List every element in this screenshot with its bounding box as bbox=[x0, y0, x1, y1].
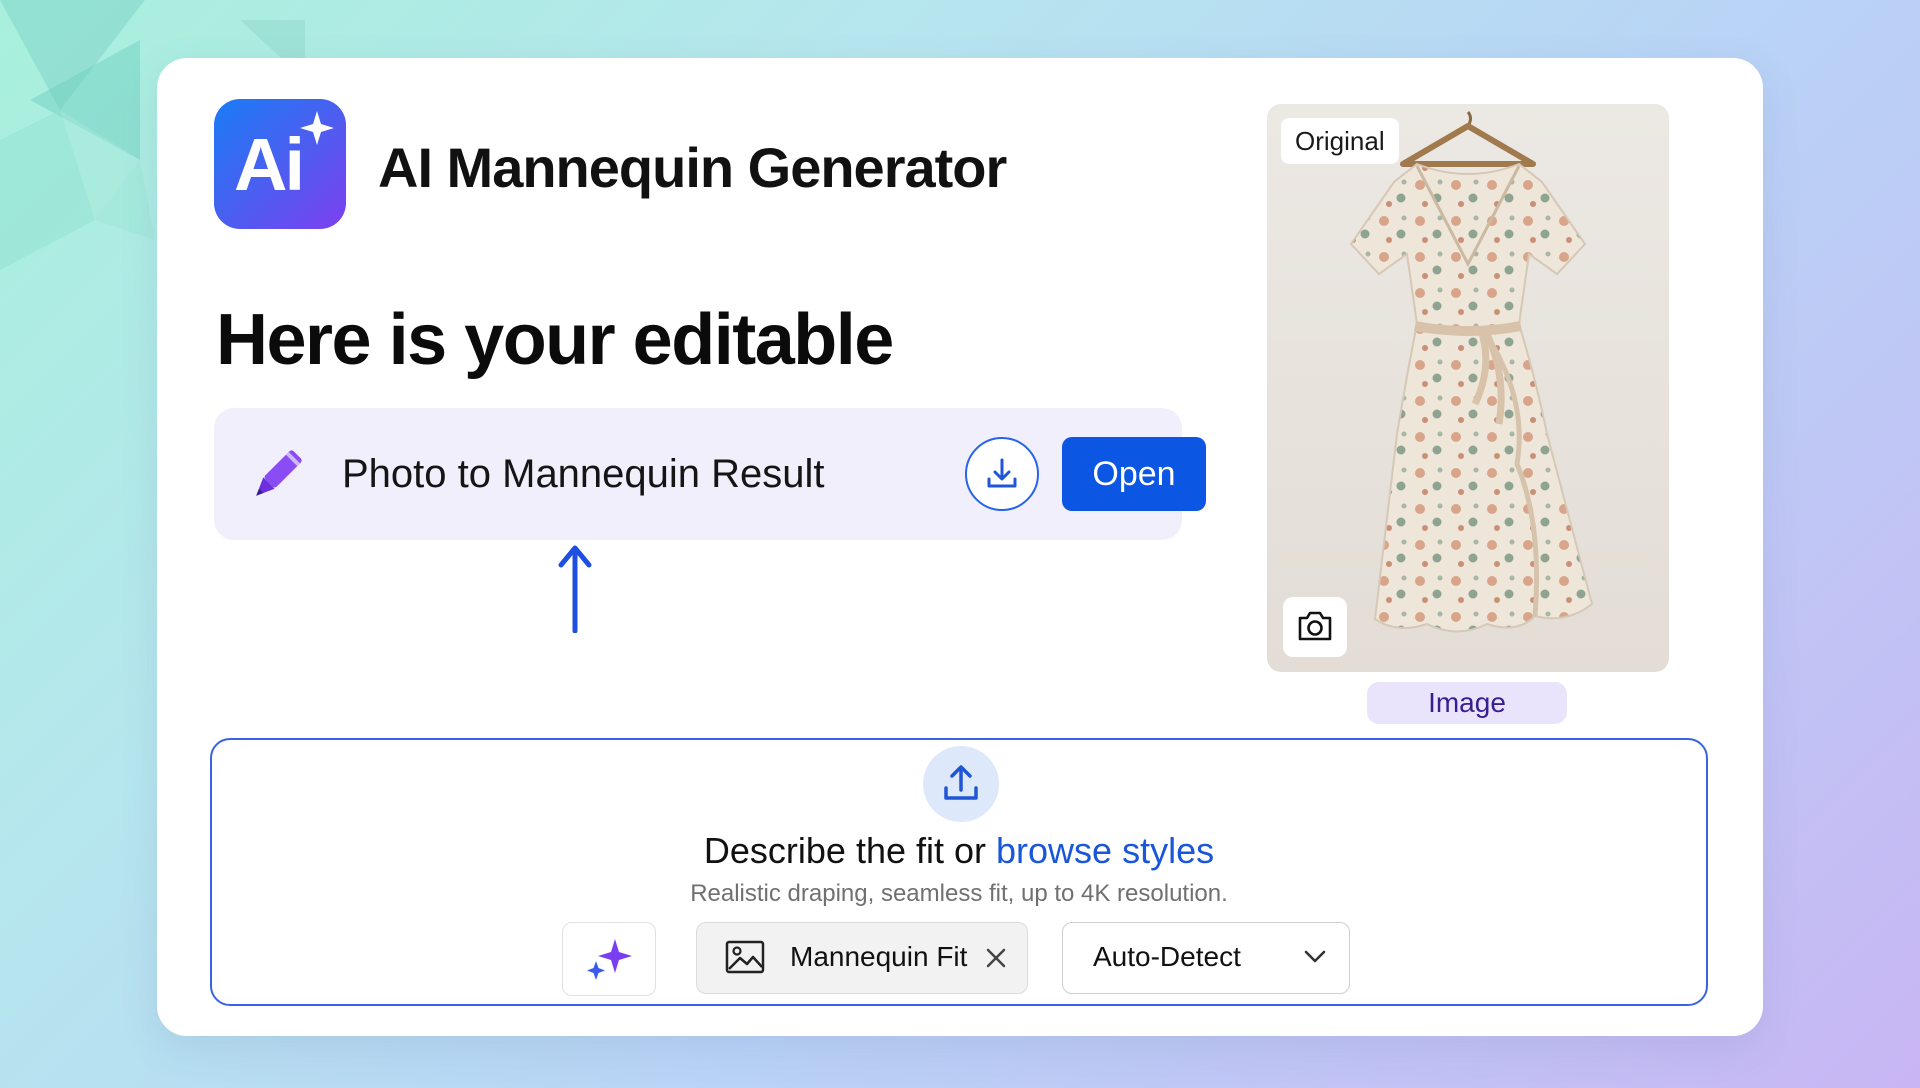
result-label: Photo to Mannequin Result bbox=[342, 452, 825, 496]
auto-detect-dropdown[interactable]: Auto-Detect bbox=[1062, 922, 1350, 994]
original-tag: Original bbox=[1281, 118, 1399, 164]
dress-image bbox=[1349, 111, 1594, 633]
original-image-preview[interactable]: Original bbox=[1267, 104, 1669, 672]
download-button[interactable] bbox=[965, 437, 1039, 511]
upload-dropzone[interactable]: Describe the fit or browse styles Realist… bbox=[210, 738, 1708, 1006]
open-button[interactable]: Open bbox=[1062, 437, 1206, 511]
camera-button[interactable] bbox=[1283, 597, 1347, 657]
image-icon bbox=[725, 940, 765, 974]
app-logo: Ai bbox=[214, 99, 346, 229]
dropdown-value: Auto-Detect bbox=[1093, 941, 1241, 972]
logo-text: Ai bbox=[234, 123, 305, 206]
describe-text: Describe the fit or bbox=[703, 830, 987, 871]
main-card: Ai AI Mannequin Generator Here is your e… bbox=[157, 58, 1763, 1036]
chip-label: Mannequin Fit bbox=[790, 941, 968, 972]
app-title: AI Mannequin Generator bbox=[378, 136, 1007, 199]
upload-button[interactable] bbox=[923, 746, 999, 822]
sparkle-icon bbox=[300, 111, 334, 145]
result-bar: Photo to Mannequin Result Open bbox=[214, 408, 1206, 540]
chevron-down-icon bbox=[1304, 950, 1326, 963]
image-caption: Image bbox=[1367, 682, 1567, 724]
arrow-up-icon bbox=[558, 545, 592, 633]
describe-line: Describe the fit or browse styles bbox=[212, 828, 1706, 874]
upload-icon bbox=[944, 765, 978, 800]
sparkle-icon bbox=[587, 939, 632, 980]
pencil-icon[interactable] bbox=[244, 444, 308, 508]
browse-styles-link[interactable]: browse styles bbox=[996, 830, 1214, 871]
close-icon[interactable] bbox=[985, 947, 1007, 969]
mannequin-fit-chip[interactable]: Mannequin Fit bbox=[696, 922, 1028, 994]
page-headline: Here is your editable bbox=[216, 300, 894, 380]
upload-subtext: Realistic draping, seamless fit, up to 4… bbox=[690, 880, 1228, 907]
camera-icon bbox=[1298, 611, 1332, 641]
download-icon bbox=[987, 458, 1017, 488]
magic-button[interactable] bbox=[562, 922, 656, 996]
